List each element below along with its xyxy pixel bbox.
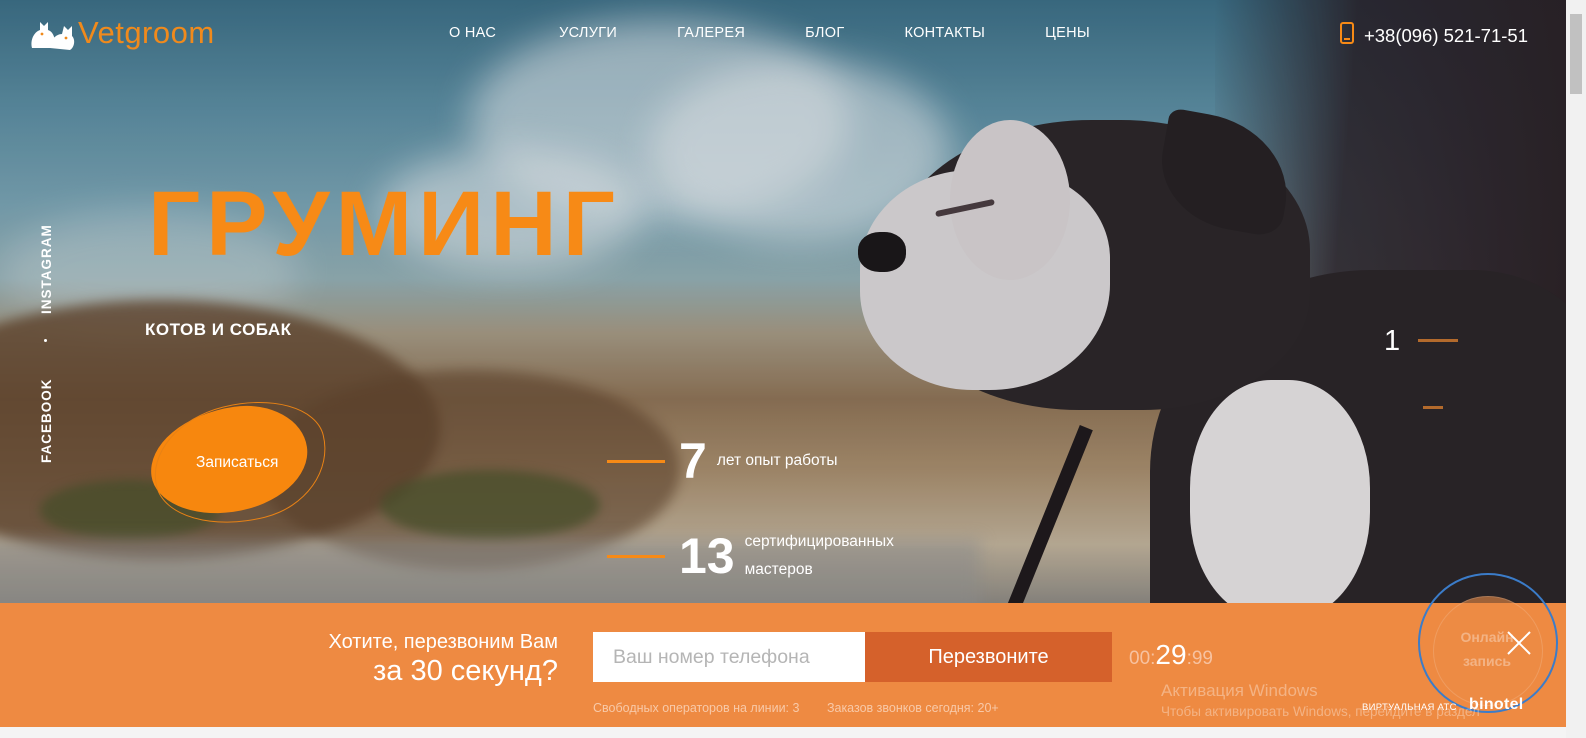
slide-indicator-active[interactable] bbox=[1418, 339, 1458, 342]
nav-item-about[interactable]: О НАС bbox=[449, 25, 496, 41]
nav-item-gallery[interactable]: ГАЛЕРЕЯ bbox=[677, 25, 745, 41]
brand-name: Vetgroom bbox=[78, 15, 215, 50]
nav-item-contacts[interactable]: КОНТАКТЫ bbox=[904, 25, 985, 41]
phone-input[interactable] bbox=[593, 632, 865, 682]
windows-activation-title: Активация Windows bbox=[1161, 681, 1318, 700]
close-icon[interactable] bbox=[1505, 629, 1533, 657]
hero-title: ГРУМИНГ bbox=[148, 173, 621, 275]
book-button-label: Записаться bbox=[196, 454, 279, 471]
windows-activation-watermark: Активация Windows Чтобы активировать Win… bbox=[1161, 681, 1480, 719]
stat-text: сертифицированных мастеров bbox=[745, 528, 894, 584]
stat-text-line: сертифицированных bbox=[744, 533, 894, 550]
mobile-phone-icon bbox=[1339, 22, 1354, 49]
callback-timer: 00:29:99 bbox=[1129, 639, 1213, 671]
stat-number: 13 bbox=[679, 528, 735, 584]
social-separator bbox=[44, 339, 47, 342]
timer-ms: :99 bbox=[1186, 648, 1213, 669]
page-bottom-strip bbox=[0, 727, 1566, 738]
nav-item-services[interactable]: УСЛУГИ bbox=[559, 25, 617, 41]
callback-question-emphasis: за 30 секунд? bbox=[372, 655, 558, 687]
slide-indicator[interactable] bbox=[1423, 406, 1443, 409]
stat-experience: 7 лет опыт работы bbox=[607, 436, 838, 486]
timer-seconds: 29 bbox=[1155, 639, 1187, 670]
instagram-link[interactable]: INSTAGRAM bbox=[39, 224, 54, 314]
hero-subtitle: КОТОВ И СОБАК bbox=[145, 320, 292, 339]
main-nav: О НАС УСЛУГИ ГАЛЕРЕЯ БЛОГ КОНТАКТЫ ЦЕНЫ bbox=[449, 25, 1090, 41]
scrollbar-thumb[interactable] bbox=[1570, 14, 1582, 94]
nav-item-prices[interactable]: ЦЕНЫ bbox=[1045, 25, 1090, 41]
logo[interactable]: Vetgroom bbox=[28, 14, 215, 52]
social-links: INSTAGRAM FACEBOOK bbox=[30, 220, 64, 465]
cat-dog-logo-icon bbox=[28, 14, 76, 52]
scrollbar[interactable] bbox=[1566, 0, 1586, 738]
windows-activation-text: Чтобы активировать Windows, перейдите в … bbox=[1161, 704, 1480, 719]
stat-text-line: мастеров bbox=[744, 561, 813, 578]
stat-line bbox=[607, 459, 665, 463]
stat-line bbox=[607, 554, 665, 558]
stat-text-line: лет опыт работы bbox=[716, 452, 838, 469]
timer-minutes: 00: bbox=[1129, 648, 1156, 669]
slide-number: 1 bbox=[1384, 325, 1401, 357]
stat-masters: 13 сертифицированных мастеров bbox=[607, 528, 894, 584]
stat-text: лет опыт работы bbox=[717, 447, 838, 475]
stat-number: 7 bbox=[679, 433, 707, 489]
facebook-link[interactable]: FACEBOOK bbox=[39, 378, 54, 463]
calls-count: Заказов звонков сегодня: 20+ bbox=[826, 701, 999, 715]
phone-number: +38(096) 521-71-51 bbox=[1363, 24, 1528, 46]
callback-question: Хотите, перезвоним Вам bbox=[328, 631, 559, 653]
site-header: Vetgroom О НАС УСЛУГИ ГАЛЕРЕЯ БЛОГ КОНТА… bbox=[0, 0, 1566, 70]
header-phone[interactable]: +38(096) 521-71-51 bbox=[1339, 22, 1528, 49]
operators-count: Свободных операторов на линии: 3 bbox=[593, 701, 800, 715]
nav-item-blog[interactable]: БЛОГ bbox=[805, 25, 844, 41]
book-button[interactable]: Записаться bbox=[141, 384, 340, 542]
callback-button[interactable]: Перезвоните bbox=[865, 632, 1112, 682]
callback-info: Свободных операторов на линии: 3 Заказов… bbox=[593, 701, 1023, 715]
